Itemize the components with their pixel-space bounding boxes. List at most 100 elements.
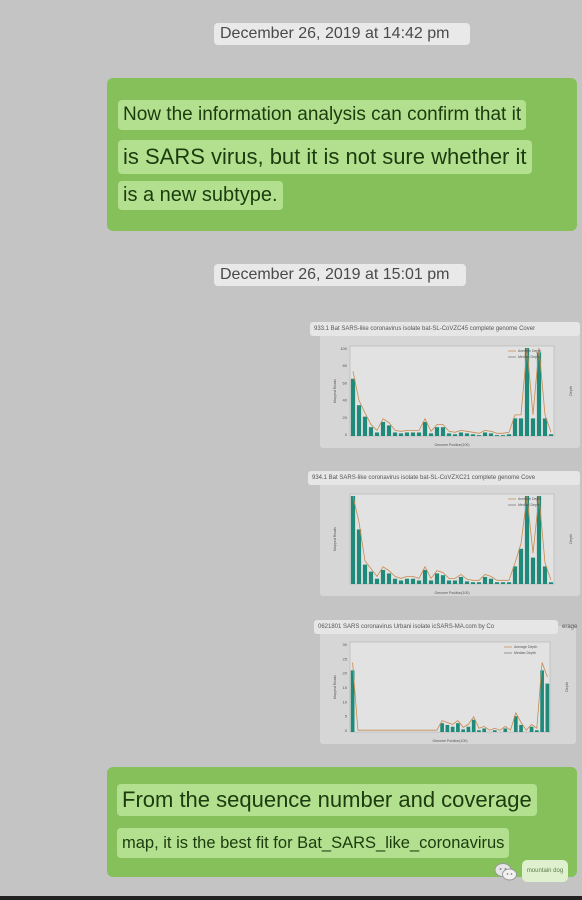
x-axis-label: Genome Position(100)	[434, 591, 469, 595]
bar	[548, 434, 554, 436]
bar	[380, 421, 386, 436]
message-bubble-3[interactable]: From the sequence number and coverage ma…	[107, 767, 577, 877]
legend-label: Average Depth	[518, 497, 541, 501]
bar	[416, 432, 422, 436]
chart-caption-2: 934.1 Bat SARS-like coronavirus isolate …	[308, 471, 580, 485]
bar	[440, 427, 446, 436]
y-axis-label: Mapped Reads	[333, 527, 337, 551]
bar	[456, 723, 460, 732]
bar	[362, 416, 368, 436]
legend-label: Average Depth	[518, 349, 541, 353]
bar	[482, 728, 487, 732]
bar	[488, 578, 494, 584]
bar	[350, 496, 356, 584]
bar	[386, 425, 392, 436]
bar	[494, 435, 500, 436]
y2-axis-label: Depth	[569, 534, 573, 543]
bar	[464, 581, 470, 584]
bar	[380, 569, 386, 584]
wechat-icon	[494, 862, 518, 887]
bar	[471, 719, 476, 732]
bar	[446, 433, 452, 436]
message-line: map, it is the best fit for Bat_SARS_lik…	[117, 828, 510, 858]
bar	[512, 418, 518, 436]
y2-axis-label: Depth	[565, 682, 569, 691]
bar	[356, 405, 362, 436]
bar	[428, 433, 434, 436]
bar	[513, 716, 518, 732]
y-tick-label: 30	[343, 642, 348, 647]
y2-axis-label: Depth	[569, 386, 573, 395]
bar	[428, 580, 434, 584]
bar	[410, 432, 416, 436]
bar	[482, 576, 488, 584]
bar	[362, 564, 368, 584]
bar	[392, 578, 398, 584]
bar	[368, 427, 374, 436]
chart-caption-3-overflow: erage	[562, 624, 578, 630]
y-tick-label: 60	[343, 380, 348, 385]
bar	[500, 582, 506, 584]
legend-label: Median Depth	[514, 651, 536, 655]
y-tick-label: 10	[343, 699, 348, 704]
bar	[386, 573, 392, 584]
coverage-chart-svg: 30 25 20 15 10 5 0 Genome Position(100) Mapped R…	[333, 641, 569, 743]
bar	[529, 726, 534, 732]
y-axis-label: Mapped Reads	[333, 379, 337, 403]
y-tick-label: 5	[345, 714, 348, 719]
y-tick-label: 20	[343, 671, 348, 676]
bottom-bar	[0, 896, 582, 900]
bar	[466, 726, 471, 732]
bar	[416, 580, 422, 584]
bar	[506, 582, 512, 584]
bar	[470, 434, 476, 436]
bar	[492, 730, 497, 732]
coverage-chart-image-3[interactable]: 30 25 20 15 10 5 0 Genome Position(100) Mapped R…	[320, 626, 576, 744]
bar	[506, 434, 512, 436]
y-tick-label: 100	[340, 346, 347, 351]
message-line: Now the information analysis can confirm…	[118, 100, 527, 130]
message-line: is SARS virus, but it is not sure whethe…	[118, 140, 532, 174]
bar	[477, 730, 481, 732]
coverage-chart-svg: Genome Position(100) Mapped Reads Depth Ave…	[333, 493, 573, 595]
bar	[548, 582, 554, 584]
bar	[398, 580, 404, 584]
y-axis-label: Mapped Reads	[333, 675, 337, 699]
y-tick-label: 25	[343, 656, 348, 661]
coverage-chart-svg: 100 80 60 40 20 0 Genome Position(100) Mapped R…	[333, 345, 573, 447]
legend-label: Median Depth	[518, 503, 540, 507]
bar	[503, 728, 508, 732]
bar	[392, 432, 398, 436]
bar	[446, 580, 452, 584]
legend-label: Median Depth	[518, 355, 540, 359]
y-tick-label: 40	[343, 398, 348, 403]
bar	[461, 729, 465, 732]
x-axis-label: Genome Position(100)	[434, 443, 469, 447]
chart-caption-1: 933.1 Bat SARS-like coronavirus isolate …	[310, 322, 580, 336]
bar	[458, 576, 464, 584]
message-bubble-1[interactable]: Now the information analysis can confirm…	[107, 78, 577, 231]
chart-caption-3: 0621801 SARS coronavirus Urbani isolate …	[314, 620, 558, 634]
bar	[398, 433, 404, 436]
bar	[530, 418, 536, 436]
bar	[482, 432, 488, 436]
bar	[542, 418, 548, 436]
bar	[450, 726, 455, 732]
bar	[512, 566, 518, 584]
coverage-chart-image-1[interactable]: 100 80 60 40 20 0 Genome Position(100) Mapped R…	[320, 330, 580, 448]
y-tick-label: 80	[343, 363, 348, 368]
bar	[356, 529, 362, 584]
y-tick-label: 0	[345, 432, 348, 437]
coverage-chart-image-2[interactable]: Genome Position(100) Mapped Reads Depth Ave…	[320, 478, 580, 596]
bar	[476, 435, 482, 436]
y-tick-label: 20	[343, 415, 348, 420]
bar	[488, 433, 494, 436]
bar	[452, 580, 458, 584]
bar	[542, 566, 548, 584]
y-tick-label: 0	[345, 728, 348, 733]
y-tick-label: 15	[343, 685, 348, 690]
timestamp-1: December 26, 2019 at 14:42 pm	[214, 23, 470, 45]
bar	[445, 724, 450, 732]
bar	[452, 434, 458, 436]
bar	[434, 427, 440, 436]
